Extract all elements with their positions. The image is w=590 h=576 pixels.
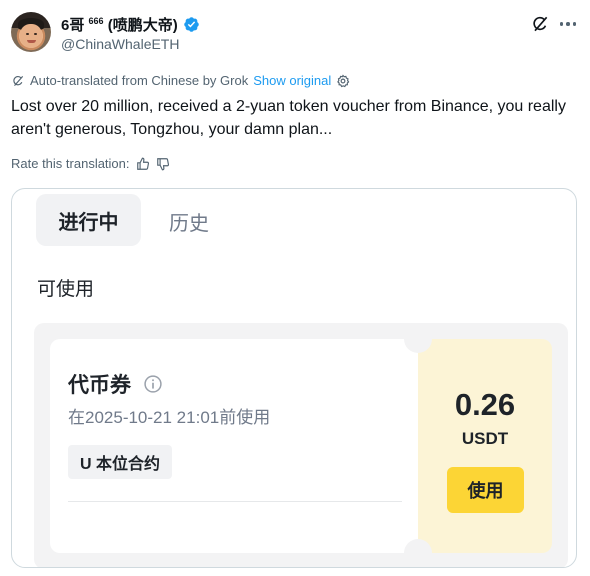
rate-translation-label: Rate this translation: [11, 156, 130, 171]
display-name-main: 6哥 [61, 17, 85, 34]
avatar-eye [34, 33, 37, 35]
avatar[interactable] [11, 12, 51, 52]
ticket-notch [404, 539, 432, 567]
display-name[interactable]: 6哥 666 (喷鹏大帝) [61, 14, 178, 35]
tab-in-progress: 进行中 [36, 194, 141, 246]
voucher-tag: U 本位合约 [68, 445, 173, 479]
show-original-link[interactable]: Show original [253, 73, 331, 88]
avatar-face [20, 24, 42, 48]
grok-icon[interactable] [530, 14, 550, 34]
voucher-unit: USDT [461, 429, 509, 448]
display-name-sup: 666 [88, 16, 104, 26]
author-name-row[interactable]: 6哥 666 (喷鹏大帝) [61, 14, 200, 35]
ticket-notch [404, 325, 432, 353]
gear-icon[interactable] [336, 73, 350, 88]
more-options-icon[interactable] [557, 14, 579, 34]
section-available-label: 可使用 [37, 279, 95, 300]
voucher-title-text: 代币券 [68, 374, 131, 397]
use-button: 使用 [447, 467, 524, 513]
translation-notice: Auto-translated from Chinese by Grok Sho… [11, 73, 350, 88]
translation-notice-text: Auto-translated from Chinese by Grok [30, 73, 249, 88]
voucher-amount: 0.26 [454, 387, 516, 422]
voucher-title: 代币券 [68, 369, 163, 399]
grok-translate-icon [13, 75, 24, 86]
tab-history: 历史 [169, 213, 209, 235]
voucher-card: 代币券 在2025-10-21 21:01前使用 U 本位合约 0.26 USD… [34, 323, 568, 567]
thumbs-up-icon[interactable] [136, 157, 150, 171]
avatar-eye [26, 33, 29, 35]
voucher-expiry: 在2025-10-21 21:01前使用 [68, 408, 271, 427]
verified-badge-icon[interactable] [183, 16, 200, 33]
author-handle[interactable]: @ChinaWhaleETH [61, 36, 179, 52]
info-icon [144, 375, 162, 393]
thumbs-down-icon[interactable] [156, 157, 170, 171]
rate-translation-row: Rate this translation: [11, 156, 170, 171]
display-name-suffix: (喷鹏大帝) [107, 17, 178, 34]
attached-image[interactable]: 进行中 历史 可使用 代币券 在2025-10-21 21:01前使用 U 本位… [11, 188, 577, 568]
tweet-text: Lost over 20 million, received a 2-yuan … [11, 98, 566, 138]
divider [68, 501, 402, 502]
